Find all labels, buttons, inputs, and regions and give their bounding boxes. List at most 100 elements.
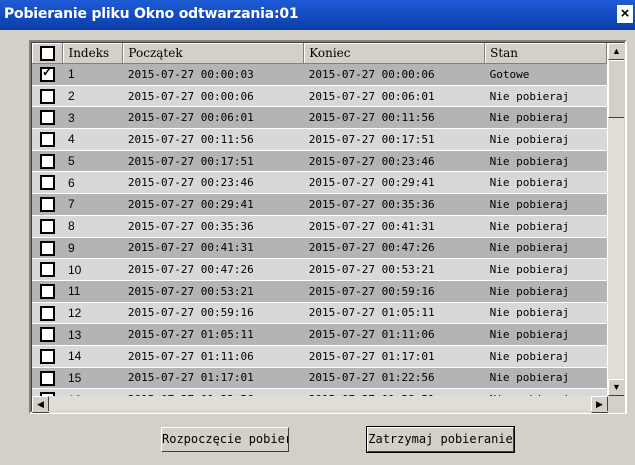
row-checkbox[interactable] bbox=[39, 305, 55, 321]
select-all-header[interactable] bbox=[32, 43, 64, 64]
table-row[interactable]: 4 2015-07-27 00:11:56 2015-07-27 00:17:51 N… bbox=[32, 128, 607, 151]
file-list[interactable]: Indeks Początek Koniec Stan 12015-07-27 … bbox=[29, 40, 627, 414]
row-checkbox-cell[interactable] bbox=[32, 388, 63, 396]
row-checkbox[interactable] bbox=[39, 370, 55, 386]
table-row[interactable]: 13 2015-07-27 01:05:11 2015-07-27 01:11:06… bbox=[32, 323, 607, 346]
title-bar: Pobieranie pliku Okno odtwarzania:01 × bbox=[0, 0, 635, 30]
start-cell: 2015-07-27 01:11:06 bbox=[122, 345, 304, 368]
index-cell: 7 bbox=[62, 193, 123, 216]
row-checkbox-cell[interactable] bbox=[32, 128, 63, 151]
start-cell: 2015-07-27 00:23:46 bbox=[122, 171, 304, 195]
row-checkbox[interactable] bbox=[39, 348, 55, 364]
header-row: Indeks Początek Koniec Stan bbox=[32, 43, 607, 64]
table-row[interactable]: 6 2015-07-27 00:23:46 2015-07-27 00:29:41 N… bbox=[32, 171, 607, 195]
row-checkbox-cell[interactable] bbox=[32, 150, 63, 173]
row-checkbox-cell[interactable] bbox=[32, 171, 63, 195]
start-download-button[interactable]: Rozpoczęcie pobierania bbox=[161, 427, 289, 452]
status-cell: Nie pobieraj bbox=[484, 171, 607, 195]
select-all-checkbox[interactable] bbox=[39, 45, 55, 61]
row-checkbox[interactable] bbox=[39, 327, 55, 343]
row-checkbox[interactable] bbox=[39, 88, 55, 104]
table-row[interactable]: 2 2015-07-27 00:00:06 2015-07-27 00:06:01 N… bbox=[32, 85, 607, 108]
column-header-end[interactable]: Koniec bbox=[303, 43, 486, 64]
scroll-up-icon[interactable]: ▲ bbox=[608, 43, 625, 60]
row-checkbox-cell[interactable] bbox=[32, 280, 63, 303]
index-cell: 9 bbox=[62, 237, 123, 260]
vertical-scroll-thumb[interactable] bbox=[608, 60, 625, 118]
end-cell: 2015-07-27 00:41:31 bbox=[303, 215, 485, 238]
row-checkbox-cell[interactable] bbox=[32, 85, 63, 108]
table-row[interactable]: 162015-07-27 01:22:562015-07-27 01:28:51… bbox=[32, 388, 607, 396]
column-header-start[interactable]: Początek bbox=[122, 43, 305, 64]
row-checkbox[interactable] bbox=[39, 132, 55, 148]
scroll-left-icon[interactable]: ◀ bbox=[32, 396, 49, 413]
row-checkbox-cell[interactable] bbox=[32, 367, 63, 390]
table-row[interactable]: 9 2015-07-27 00:41:31 2015-07-27 00:47:26 N… bbox=[32, 237, 607, 260]
index-cell: 6 bbox=[62, 171, 123, 195]
row-checkbox-cell[interactable] bbox=[32, 323, 63, 346]
stop-download-button[interactable]: Zatrzymaj pobieranie bbox=[366, 426, 515, 453]
table-row[interactable]: 11 2015-07-27 00:53:21 2015-07-27 00:59:16… bbox=[32, 280, 607, 303]
row-checkbox-cell[interactable] bbox=[32, 302, 63, 325]
row-checkbox[interactable] bbox=[39, 240, 55, 256]
row-checkbox[interactable] bbox=[39, 262, 55, 278]
start-cell: 2015-07-27 00:35:36 bbox=[122, 215, 304, 238]
row-checkbox-cell[interactable] bbox=[32, 237, 63, 260]
row-checkbox-cell[interactable] bbox=[32, 193, 63, 216]
scrollbar-corner bbox=[608, 396, 625, 413]
close-icon[interactable]: × bbox=[617, 5, 633, 23]
table-row[interactable]: 14 2015-07-27 01:11:06 2015-07-27 01:17:01… bbox=[32, 345, 607, 368]
index-cell: 4 bbox=[62, 128, 123, 151]
row-checkbox[interactable] bbox=[39, 197, 55, 213]
row-checkbox[interactable] bbox=[39, 65, 55, 82]
row-checkbox[interactable] bbox=[39, 283, 55, 299]
index-cell: 13 bbox=[62, 323, 123, 346]
window-title: Pobieranie pliku Okno odtwarzania:01 bbox=[4, 6, 299, 22]
table-row[interactable]: 5 2015-07-27 00:17:51 2015-07-27 00:23:46 N… bbox=[32, 150, 607, 173]
status-cell: Nie pobieraj bbox=[484, 106, 607, 130]
table-row[interactable]: 12015-07-27 00:00:032015-07-27 00:00:06G… bbox=[32, 63, 607, 86]
column-header-status[interactable]: Stan bbox=[484, 43, 607, 64]
end-cell: 2015-07-27 00:23:46 bbox=[303, 150, 485, 173]
start-cell: 2015-07-27 00:29:41 bbox=[122, 193, 304, 216]
status-cell: Nie pobieraj bbox=[484, 237, 607, 260]
row-checkbox-cell[interactable] bbox=[32, 258, 63, 281]
table-row[interactable]: 10 2015-07-27 00:47:26 2015-07-27 00:53:21… bbox=[32, 258, 607, 281]
start-cell: 2015-07-27 01:05:11 bbox=[122, 323, 304, 346]
end-cell: 2015-07-27 00:35:36 bbox=[303, 193, 485, 216]
status-cell: Nie pobieraj bbox=[484, 215, 607, 238]
index-cell: 3 bbox=[62, 106, 123, 130]
scroll-right-icon[interactable]: ▶ bbox=[591, 396, 608, 413]
index-cell: 15 bbox=[62, 367, 123, 390]
table-row[interactable]: 12 2015-07-27 00:59:16 2015-07-27 01:05:11… bbox=[32, 302, 607, 325]
row-checkbox[interactable] bbox=[39, 110, 55, 126]
table-row[interactable]: 3 2015-07-27 00:06:01 2015-07-27 00:11:56 N… bbox=[32, 106, 607, 130]
status-cell: Nie pobieraj bbox=[484, 85, 607, 108]
row-checkbox[interactable] bbox=[39, 175, 55, 191]
start-cell: 2015-07-27 01:17:01 bbox=[122, 367, 304, 390]
row-checkbox-cell[interactable] bbox=[32, 345, 63, 368]
end-cell: 2015-07-27 01:05:11 bbox=[303, 302, 485, 325]
scroll-down-icon[interactable]: ▼ bbox=[608, 379, 625, 396]
index-cell: 8 bbox=[62, 215, 123, 238]
index-cell: 12 bbox=[62, 302, 123, 325]
row-checkbox-cell[interactable] bbox=[32, 63, 63, 86]
status-cell: Nie pobieraj bbox=[484, 193, 607, 216]
end-cell: 2015-07-27 01:17:01 bbox=[303, 345, 485, 368]
horizontal-scrollbar[interactable]: ◀ ▶ bbox=[32, 396, 608, 413]
status-cell: Nie pobieraj bbox=[484, 345, 607, 368]
end-cell: 2015-07-27 00:59:16 bbox=[303, 280, 485, 303]
table-row[interactable]: 8 2015-07-27 00:35:36 2015-07-27 00:41:31 N… bbox=[32, 215, 607, 238]
vertical-scrollbar[interactable]: ▲ ▼ bbox=[608, 43, 625, 396]
start-cell: 2015-07-27 00:00:06 bbox=[122, 85, 304, 108]
table-row[interactable]: 15 2015-07-27 01:17:01 2015-07-27 01:22:56… bbox=[32, 367, 607, 390]
end-cell: 2015-07-27 00:29:41 bbox=[303, 171, 485, 195]
end-cell: 2015-07-27 00:11:56 bbox=[303, 106, 485, 130]
column-header-index[interactable]: Indeks bbox=[62, 43, 124, 64]
status-cell: Nie pobieraj bbox=[484, 150, 607, 173]
row-checkbox[interactable] bbox=[39, 218, 55, 234]
row-checkbox-cell[interactable] bbox=[32, 106, 63, 130]
table-row[interactable]: 7 2015-07-27 00:29:41 2015-07-27 00:35:36 N… bbox=[32, 193, 607, 216]
row-checkbox[interactable] bbox=[39, 153, 55, 169]
row-checkbox-cell[interactable] bbox=[32, 215, 63, 238]
